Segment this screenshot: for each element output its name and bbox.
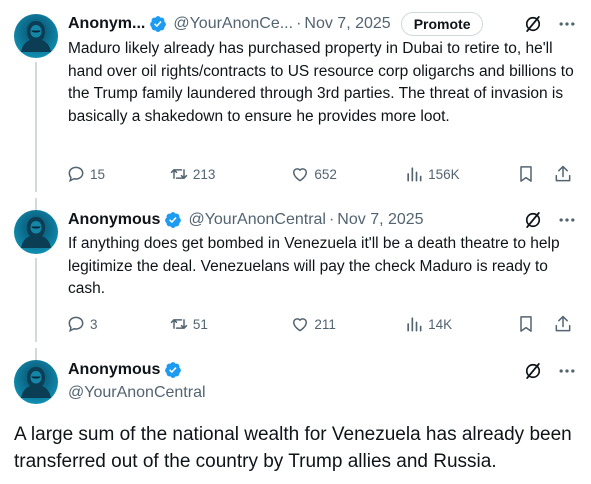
views-button[interactable]: 14K <box>404 314 516 334</box>
retweet-button[interactable]: 213 <box>169 164 291 184</box>
retweet-count: 213 <box>192 166 216 182</box>
author-name[interactable]: Anonym... <box>68 15 145 33</box>
like-icon <box>293 318 308 332</box>
retweet-count: 51 <box>192 316 208 332</box>
tweet-header: Anonym... @YourAnonCe... · Nov 7, 2025 P… <box>68 12 577 36</box>
views-icon <box>407 317 422 332</box>
grok-icon[interactable] <box>523 14 543 34</box>
reply-button[interactable]: 3 <box>66 314 169 334</box>
avatar[interactable] <box>14 210 58 254</box>
reply-icon <box>68 166 84 183</box>
retweet-button[interactable]: 51 <box>169 314 291 334</box>
share-icon <box>555 315 571 332</box>
anonymous-mask-icon <box>14 210 58 254</box>
views-count: 14K <box>428 316 453 332</box>
thread-line <box>35 62 37 192</box>
reply-button[interactable]: 15 <box>66 164 169 184</box>
more-icon[interactable] <box>557 210 577 230</box>
verified-badge-icon[interactable] <box>164 211 182 229</box>
like-count: 652 <box>314 166 337 182</box>
reply-count: 15 <box>90 166 106 182</box>
like-icon <box>293 168 308 182</box>
verified-badge-icon[interactable] <box>164 361 182 379</box>
separator-dot: · <box>296 15 302 32</box>
retweet-icon <box>170 169 188 179</box>
action-bar: 15 213 652 156K <box>66 164 577 184</box>
thread-line <box>35 348 37 360</box>
thread-line <box>35 198 37 210</box>
like-button[interactable]: 652 <box>290 164 404 184</box>
reply-count: 3 <box>90 316 98 332</box>
separator-dot: · <box>328 211 335 228</box>
like-button[interactable]: 211 <box>290 314 404 334</box>
author-handle[interactable]: @YourAnonCe... <box>173 15 293 33</box>
share-button[interactable] <box>553 164 577 184</box>
author-name[interactable]: Anonymous <box>68 361 160 379</box>
grok-icon[interactable] <box>523 210 543 230</box>
tweet-text: A large sum of the national wealth for V… <box>14 424 572 472</box>
bookmark-icon <box>520 316 532 332</box>
bookmark-button[interactable] <box>516 164 553 184</box>
more-icon[interactable] <box>557 361 577 381</box>
reply-icon <box>68 316 84 333</box>
bookmark-icon <box>520 166 532 182</box>
author-handle[interactable]: @YourAnonCentral <box>68 384 206 402</box>
like-count: 211 <box>314 316 336 332</box>
tweet-header: Anonymous @YourAnonCentral · Nov 7, 2025 <box>68 209 577 231</box>
verified-badge-icon[interactable] <box>149 15 167 33</box>
views-icon <box>407 167 422 182</box>
avatar[interactable] <box>14 14 58 58</box>
retweet-icon <box>170 319 188 329</box>
author-name[interactable]: Anonymous <box>68 211 160 229</box>
tweet-text: If anything does get bombed in Venezuela… <box>68 235 560 297</box>
grok-icon[interactable] <box>523 361 543 381</box>
anonymous-mask-icon <box>14 14 58 58</box>
author-name-row: Anonymous <box>68 361 182 379</box>
share-button[interactable] <box>553 314 577 334</box>
views-button[interactable]: 156K <box>404 164 516 184</box>
tweet-date[interactable]: Nov 7, 2025 <box>337 211 423 229</box>
action-bar: 3 51 211 14K <box>66 314 577 334</box>
tweet-text: Maduro likely already has purchased prop… <box>68 40 574 125</box>
tweet-date[interactable]: Nov 7, 2025 <box>304 15 390 33</box>
promote-button[interactable]: Promote <box>400 12 484 36</box>
views-count: 156K <box>428 166 460 182</box>
more-icon[interactable] <box>557 14 577 34</box>
avatar[interactable] <box>14 360 58 404</box>
thread-line <box>35 258 37 342</box>
author-handle[interactable]: @YourAnonCentral <box>188 211 326 229</box>
bookmark-button[interactable] <box>516 314 553 334</box>
share-icon <box>555 165 571 182</box>
anonymous-mask-icon <box>14 360 58 404</box>
